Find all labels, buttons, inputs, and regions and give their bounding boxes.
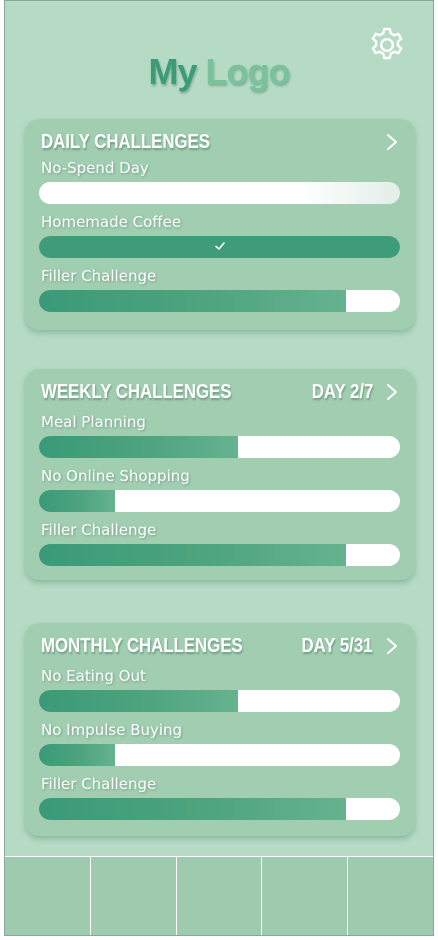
app-logo: My Logo — [5, 51, 433, 93]
progress-fill — [39, 690, 238, 712]
monthly-card-title: MONTHLY CHALLENGES — [41, 635, 243, 657]
checkmark-icon — [214, 240, 226, 252]
nav-tab-3[interactable] — [177, 857, 263, 935]
challenge-label: No Impulse Buying — [41, 721, 183, 739]
weekly-chevron-button[interactable] — [385, 383, 399, 401]
progress-fill — [39, 744, 115, 766]
monthly-day-counter: DAY 5/31 — [302, 635, 373, 657]
challenge-progress-bar[interactable] — [39, 436, 400, 458]
chevron-right-icon — [387, 134, 397, 150]
monthly-chevron-button[interactable] — [385, 637, 399, 655]
weekly-day-counter: DAY 2/7 — [311, 381, 373, 403]
weekly-card-title: WEEKLY CHALLENGES — [41, 381, 232, 403]
daily-challenges-card: DAILY CHALLENGES No-Spend Day Homemade C… — [25, 119, 415, 330]
challenge-label: Filler Challenge — [41, 267, 157, 285]
chevron-right-icon — [387, 638, 397, 654]
logo-word-logo: Logo — [205, 51, 291, 92]
challenge-progress-bar[interactable] — [39, 544, 400, 566]
daily-chevron-button[interactable] — [385, 133, 399, 151]
chevron-right-icon — [387, 384, 397, 400]
challenge-progress-bar[interactable] — [39, 182, 400, 204]
nav-tab-5[interactable] — [348, 857, 433, 935]
challenge-progress-bar[interactable] — [39, 690, 400, 712]
daily-card-title: DAILY CHALLENGES — [41, 131, 210, 153]
progress-fill — [39, 290, 346, 312]
challenge-progress-bar[interactable] — [39, 744, 400, 766]
progress-fill — [39, 544, 346, 566]
challenge-label: No-Spend Day — [41, 159, 149, 177]
challenge-progress-bar[interactable] — [39, 290, 400, 312]
challenge-label: No Online Shopping — [41, 467, 190, 485]
challenge-label: Filler Challenge — [41, 775, 157, 793]
nav-tab-4[interactable] — [262, 857, 349, 935]
weekly-challenges-card: WEEKLY CHALLENGES DAY 2/7 Meal Planning … — [25, 369, 415, 580]
challenge-progress-bar[interactable] — [39, 490, 400, 512]
challenge-label: No Eating Out — [41, 667, 146, 685]
progress-fill — [39, 798, 346, 820]
logo-word-my: My — [148, 51, 198, 92]
challenge-label: Homemade Coffee — [41, 213, 182, 231]
progress-fill — [39, 490, 115, 512]
app-screen: My Logo DAILY CHALLENGES No-Spend Day Ho… — [4, 0, 434, 936]
progress-fill — [39, 436, 238, 458]
nav-tab-1[interactable] — [5, 857, 91, 935]
nav-tab-2[interactable] — [91, 857, 177, 935]
bottom-nav-bar — [5, 856, 433, 935]
challenge-label: Meal Planning — [41, 413, 146, 431]
challenge-progress-bar[interactable] — [39, 236, 400, 258]
challenge-label: Filler Challenge — [41, 521, 157, 539]
monthly-challenges-card: MONTHLY CHALLENGES DAY 5/31 No Eating Ou… — [25, 623, 415, 836]
challenge-progress-bar[interactable] — [39, 798, 400, 820]
